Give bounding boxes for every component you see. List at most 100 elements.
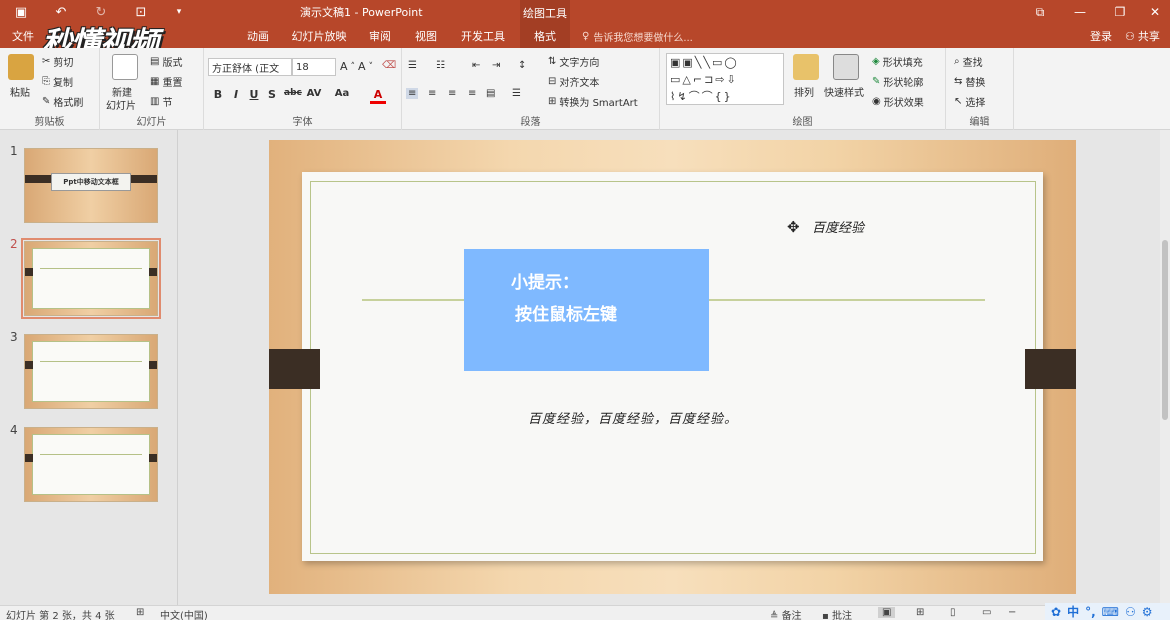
tab-file[interactable]: 文件: [0, 24, 46, 48]
tab-view[interactable]: 视图: [408, 24, 444, 48]
ime-language[interactable]: 中: [1067, 603, 1079, 620]
signature-textbox[interactable]: 百度经验: [812, 217, 864, 236]
change-case-icon[interactable]: Aa: [334, 88, 350, 99]
char-spacing-icon[interactable]: AV: [306, 88, 322, 99]
zoom-out-icon[interactable]: −: [1008, 607, 1016, 618]
cut-button[interactable]: ✂ 剪切: [42, 54, 73, 69]
copy-button[interactable]: ⎘ 复制: [42, 74, 73, 89]
replace-button[interactable]: ⇆ 替换: [954, 74, 985, 89]
font-color-icon[interactable]: A: [370, 88, 386, 104]
close-button[interactable]: ✕: [1135, 0, 1170, 24]
paint-bucket-icon: ◈: [872, 56, 880, 67]
tab-review[interactable]: 审阅: [362, 24, 398, 48]
grow-font-icon[interactable]: A ˄: [340, 60, 355, 73]
strikethrough-icon[interactable]: abc: [284, 88, 302, 98]
smartart-button[interactable]: ⊞ 转换为 SmartArt: [548, 94, 638, 109]
tab-format[interactable]: 格式: [520, 24, 570, 48]
paste-icon[interactable]: [8, 54, 34, 80]
font-size-select[interactable]: 18: [292, 58, 336, 76]
reset-button[interactable]: ▦ 重置: [150, 74, 182, 89]
italic-icon[interactable]: I: [228, 88, 244, 101]
ime-toolbar[interactable]: ✿ 中 °, ⌨ ⚇ ⚙: [1045, 603, 1170, 620]
clear-format-icon[interactable]: ⌫: [382, 60, 396, 71]
paste-button[interactable]: 粘贴: [10, 84, 30, 99]
tip-title[interactable]: 小提示：: [511, 268, 579, 293]
line-spacing-icon[interactable]: ↕: [518, 60, 526, 71]
body-textbox[interactable]: 百度经验，百度经验，百度经验。: [528, 408, 738, 427]
user-icon[interactable]: ⚇: [1125, 605, 1136, 619]
underline-icon[interactable]: U: [246, 88, 262, 101]
comments-button[interactable]: ▪ 批注: [822, 607, 852, 620]
thumbnail-slide-2[interactable]: [21, 238, 161, 319]
shape-fill-button[interactable]: ◈ 形状填充: [872, 54, 923, 69]
decrease-indent-icon[interactable]: ⇤: [472, 60, 480, 71]
numbering-icon[interactable]: ☷: [436, 60, 445, 71]
ribbon-display-icon[interactable]: ⧉: [1020, 0, 1060, 24]
normal-view-icon[interactable]: ▣: [878, 607, 896, 618]
paw-icon[interactable]: ✿: [1051, 605, 1061, 619]
login-link[interactable]: 登录: [1090, 24, 1112, 48]
quick-styles-icon[interactable]: [833, 54, 859, 80]
thumb-number-3: 3: [10, 330, 18, 344]
shadow-icon[interactable]: S: [264, 88, 280, 101]
increase-indent-icon[interactable]: ⇥: [492, 60, 500, 71]
format-painter-button[interactable]: ✎ 格式刷: [42, 94, 83, 109]
align-left-icon[interactable]: ≡: [406, 88, 419, 99]
cut-label: 剪切: [53, 58, 74, 69]
keyboard-icon[interactable]: ⌨: [1102, 605, 1119, 619]
bullets-icon[interactable]: ☰: [408, 60, 417, 71]
font-group-label: 字体: [292, 117, 313, 128]
thumb-binder-left: [25, 174, 53, 183]
select-button[interactable]: ↖ 选择: [954, 94, 985, 109]
quick-styles-button[interactable]: 快速样式: [824, 84, 864, 99]
comments-label: 批注: [831, 611, 852, 620]
text-direction-button[interactable]: ⇅ 文字方向: [548, 54, 599, 69]
columns-icon[interactable]: ☰: [512, 88, 521, 99]
clipboard-group-label: 剪贴板: [34, 117, 65, 128]
slideshow-view-icon[interactable]: ▭: [982, 607, 991, 618]
align-center-icon[interactable]: ≡: [428, 88, 436, 99]
minimize-button[interactable]: —: [1060, 0, 1100, 24]
restore-button[interactable]: ❐: [1100, 0, 1140, 24]
thumb-binder-right: [129, 174, 157, 183]
shrink-font-icon[interactable]: A ˅: [358, 60, 373, 73]
shape-outline-button[interactable]: ✎ 形状轮廓: [872, 74, 923, 89]
thumbnail-slide-1[interactable]: Ppt中移动文本框: [24, 148, 158, 223]
new-slide-icon[interactable]: [112, 54, 138, 80]
notes-button[interactable]: ≜ 备注: [770, 607, 802, 620]
reading-view-icon[interactable]: ▯: [950, 607, 956, 618]
scrollbar-thumb[interactable]: [1162, 240, 1168, 420]
new-slide-label2[interactable]: 幻灯片: [106, 97, 136, 112]
font-name-select[interactable]: 方正舒体 (正文: [208, 58, 292, 76]
arrange-icon[interactable]: [793, 54, 819, 80]
arrange-button[interactable]: 排列: [794, 84, 814, 99]
language-indicator[interactable]: 中文(中国): [160, 607, 208, 620]
tab-developer[interactable]: 开发工具: [455, 24, 511, 48]
tab-slideshow[interactable]: 幻灯片放映: [287, 24, 351, 48]
slide-sorter-icon[interactable]: ⊞: [916, 607, 924, 618]
align-right-icon[interactable]: ≡: [448, 88, 456, 99]
tell-me-box[interactable]: ♀ 告诉我您想要做什么...: [582, 24, 693, 48]
section-button[interactable]: ▥ 节: [150, 94, 172, 109]
bold-icon[interactable]: B: [210, 88, 226, 101]
spellcheck-icon[interactable]: ⊞: [136, 607, 144, 618]
tip-body[interactable]: 按住鼠标左键: [515, 300, 617, 325]
punctuation-icon[interactable]: °,: [1085, 605, 1096, 619]
align-text-button[interactable]: ⊟ 对齐文本: [548, 74, 599, 89]
painter-label: 格式刷: [53, 98, 84, 109]
vertical-scrollbar[interactable]: [1160, 130, 1170, 605]
distribute-icon[interactable]: ▤: [486, 88, 495, 99]
save-icon[interactable]: ▣: [10, 3, 32, 21]
settings-icon[interactable]: ⚙: [1142, 605, 1153, 619]
tab-animation[interactable]: 动画: [236, 24, 280, 48]
customize-qat-icon[interactable]: ▾: [168, 3, 190, 21]
justify-icon[interactable]: ≡: [468, 88, 476, 99]
thumb-1-title: Ppt中移动文本框: [51, 173, 131, 191]
shapes-gallery[interactable]: ▣▣╲╲▭◯ ▭△⌐⊐⇨⇩ ⌇↯⌒⌒{}: [666, 53, 784, 105]
layout-button[interactable]: ▤ 版式: [150, 54, 182, 69]
thumbnail-slide-4[interactable]: [24, 427, 158, 502]
share-button[interactable]: ⚇ 共享: [1125, 24, 1160, 48]
find-button[interactable]: ⌕ 查找: [954, 54, 983, 69]
shape-effect-button[interactable]: ◉ 形状效果: [872, 94, 924, 109]
thumbnail-slide-3[interactable]: [24, 334, 158, 409]
